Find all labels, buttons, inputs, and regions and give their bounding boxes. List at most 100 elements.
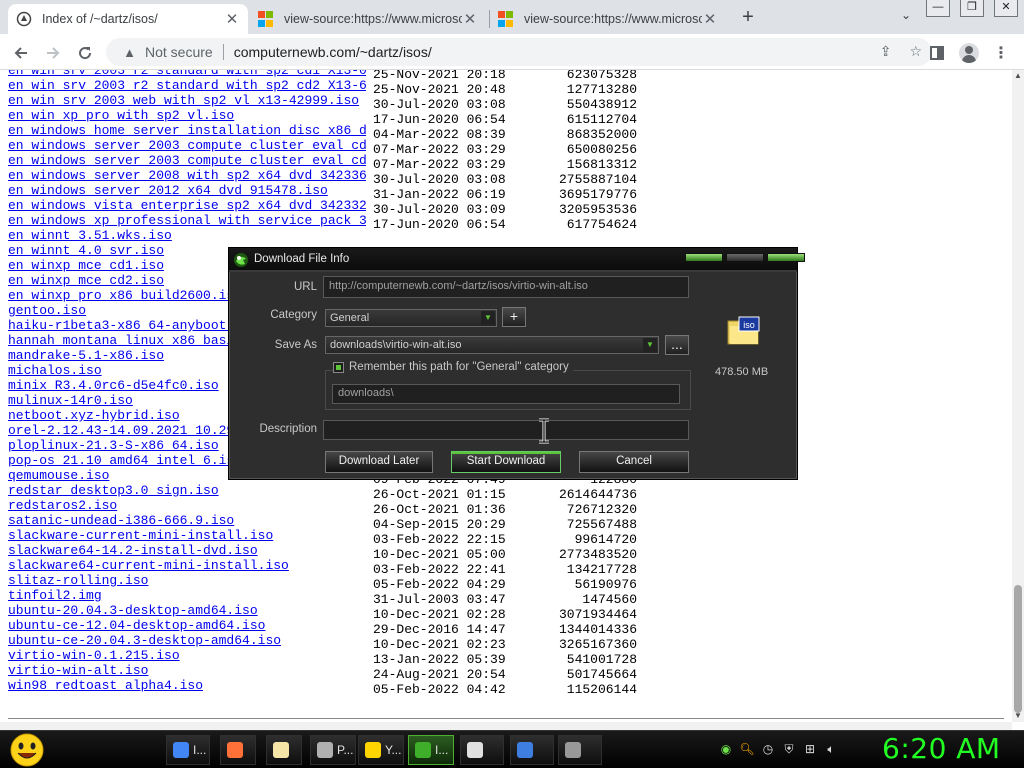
save-as-select[interactable]: downloads\virtio-win-alt.iso ▼ xyxy=(325,336,659,354)
file-link[interactable]: redstar_desktop3.0_sign.iso xyxy=(8,483,366,498)
taskbar-button[interactable]: I... xyxy=(408,735,454,765)
profile-button[interactable] xyxy=(956,40,982,66)
file-link[interactable]: slitaz-rolling.iso xyxy=(8,573,366,588)
taskbar-button[interactable]: I... xyxy=(166,735,210,765)
file-link[interactable]: en_windows_server_2003_compute_cluster_e… xyxy=(8,138,366,153)
list-item: en_windows_server_2003_compute_cluster_e… xyxy=(8,153,637,172)
network-tray-icon[interactable]: ⊞ xyxy=(802,741,818,757)
add-category-button[interactable]: + xyxy=(502,307,526,327)
start-button-smiley-icon[interactable] xyxy=(8,732,46,768)
settings-icon xyxy=(517,742,533,758)
idm-tray-icon[interactable]: ◉ xyxy=(718,741,734,757)
file-size-cell: 115206144 xyxy=(566,682,637,697)
file-link[interactable]: virtio-win-0.1.215.iso xyxy=(8,648,366,663)
menu-button[interactable]: ⋮ xyxy=(988,40,1014,66)
file-link[interactable]: en_win_xp_pro_with_sp2_vl.iso xyxy=(8,108,366,123)
taskbar-button[interactable] xyxy=(266,735,302,765)
tab-close-icon[interactable]: ✕ xyxy=(224,10,240,28)
dialog-maximize-button[interactable] xyxy=(726,253,764,262)
tab-view-source-1[interactable]: view-source:https://www.microsc ✕ xyxy=(250,4,486,34)
url-text[interactable]: computernewb.com/~dartz/isos/ xyxy=(234,44,432,60)
not-secure-warning-icon[interactable]: ▲ xyxy=(106,45,136,60)
file-link[interactable]: win98_redtoast_alpha4.iso xyxy=(8,678,366,693)
tab-close-icon[interactable]: ✕ xyxy=(462,10,478,28)
side-panel-button[interactable] xyxy=(924,40,950,66)
clock-tray-icon[interactable]: ◷ xyxy=(760,741,776,757)
forward-button[interactable] xyxy=(40,40,66,66)
vertical-scrollbar[interactable]: ▲ ▼ xyxy=(1012,70,1024,722)
start-download-button[interactable]: Start Download xyxy=(451,451,561,473)
tab-close-icon[interactable]: ✕ xyxy=(702,10,718,28)
file-link[interactable]: virtio-win-alt.iso xyxy=(8,663,366,678)
category-select[interactable]: General ▼ xyxy=(325,309,497,327)
file-link[interactable]: en_winnt_3.51.wks.iso xyxy=(8,228,366,243)
category-path-field[interactable]: downloads\ xyxy=(332,384,680,404)
browse-button[interactable]: ... xyxy=(665,335,689,355)
list-item: slitaz-rolling.iso 05-Feb-2022 04:29 56190… xyxy=(8,573,637,592)
file-link[interactable]: slackware64-14.2-install-dvd.iso xyxy=(8,543,366,558)
taskbar-button-label: P... xyxy=(337,743,354,757)
taskbar-button[interactable]: P... xyxy=(310,735,356,765)
dialog-minimize-button[interactable] xyxy=(685,253,723,262)
url-field[interactable]: http://computernewb.com/~dartz/isos/virt… xyxy=(323,276,689,298)
scroll-down-arrow-icon[interactable]: ▼ xyxy=(1012,710,1024,722)
file-link[interactable]: en_win_srv_2003_web_with_sp2_vl_x13-4299… xyxy=(8,93,366,108)
dialog-title-bar[interactable]: Download File Info xyxy=(229,248,805,272)
minimize-button[interactable]: — xyxy=(926,0,950,17)
file-link[interactable]: redstaros2.iso xyxy=(8,498,366,513)
security-tray-icon[interactable]: ⛨ xyxy=(781,741,797,757)
bookmark-star-icon[interactable]: ☆ xyxy=(909,43,922,60)
remember-path-checkbox[interactable]: Remember this path for "General" categor… xyxy=(333,361,573,373)
file-link[interactable]: ubuntu-20.04.3-desktop-amd64.iso xyxy=(8,603,366,618)
file-type-label: iso xyxy=(743,320,755,330)
dialog-close-button[interactable] xyxy=(767,253,805,262)
file-link[interactable]: en_windows_home_server_installation_disc… xyxy=(8,123,366,138)
tab-view-source-2[interactable]: view-source:https://www.microsc ✕ xyxy=(490,4,726,34)
share-icon[interactable]: ⇪ xyxy=(880,43,892,60)
back-button[interactable] xyxy=(8,40,34,66)
file-link[interactable]: slackware64-current-mini-install.iso xyxy=(8,558,366,573)
tab-index-isos[interactable]: Index of /~dartz/isos/ ✕ xyxy=(8,4,248,34)
file-link[interactable]: ubuntu-ce-20.04.3-desktop-amd64.iso xyxy=(8,633,366,648)
file-link[interactable]: en_windows_vista_enterprise_sp2_x64_dvd_… xyxy=(8,198,366,213)
search-tray-icon[interactable]: 🔍︎ xyxy=(739,741,755,757)
file-link[interactable]: tinfoil2.img xyxy=(8,588,366,603)
restore-button[interactable]: ❐ xyxy=(960,0,984,17)
close-window-button[interactable]: ✕ xyxy=(994,0,1018,17)
download-later-button[interactable]: Download Later xyxy=(325,451,433,473)
tab-strip: Index of /~dartz/isos/ ✕ view-source:htt… xyxy=(0,0,1024,34)
tab-search-chevron-icon[interactable]: ⌄ xyxy=(896,8,916,28)
address-bar[interactable]: ▲ Not secure computernewb.com/~dartz/iso… xyxy=(106,38,932,66)
volume-tray-icon[interactable]: 🔈︎ xyxy=(823,741,839,757)
chevron-down-icon[interactable]: ▼ xyxy=(643,338,657,352)
file-link[interactable]: ubuntu-ce-12.04-desktop-amd64.iso xyxy=(8,618,366,633)
scroll-up-arrow-icon[interactable]: ▲ xyxy=(1012,70,1024,82)
taskbar-button[interactable] xyxy=(460,735,504,765)
taskbar-button[interactable] xyxy=(510,735,554,765)
chevron-down-icon[interactable]: ▼ xyxy=(481,311,495,325)
omnibox-actions: ⇪ ☆ xyxy=(880,43,922,60)
checkbox-checked-icon[interactable] xyxy=(333,361,344,373)
tab-title: view-source:https://www.microsc xyxy=(524,12,702,26)
security-label[interactable]: Not secure xyxy=(145,44,213,60)
file-link[interactable]: en_win_srv_2003_r2_standard_with_sp2_cd2… xyxy=(8,78,366,93)
description-field[interactable] xyxy=(323,420,689,440)
taskbar-button[interactable] xyxy=(220,735,256,765)
scrollbar-thumb[interactable] xyxy=(1014,585,1022,713)
file-link[interactable]: en_windows_server_2008_with_sp2_x64_dvd_… xyxy=(8,168,366,183)
file-link[interactable]: en_windows_xp_professional_with_service_… xyxy=(8,213,366,228)
cancel-button[interactable]: Cancel xyxy=(579,451,689,473)
new-tab-button[interactable]: + xyxy=(736,6,760,30)
taskbar-button[interactable] xyxy=(558,735,602,765)
file-link[interactable]: en_windows_server_2012_x64_dvd_915478.is… xyxy=(8,183,366,198)
taskbar-clock[interactable]: 6:20 AM xyxy=(882,732,1001,765)
horizontal-rule xyxy=(8,718,1004,719)
file-link[interactable]: en_win_srv_2003_r2_standard_with_sp2_cd1… xyxy=(8,70,366,78)
horizontal-scrollbar[interactable] xyxy=(0,722,1012,730)
taskbar-button[interactable]: Y... xyxy=(358,735,404,765)
more-vert-icon: ⋮ xyxy=(993,45,1009,62)
reload-button[interactable] xyxy=(72,40,98,66)
file-link[interactable]: slackware-current-mini-install.iso xyxy=(8,528,366,543)
file-link[interactable]: en_windows_server_2003_compute_cluster_e… xyxy=(8,153,366,168)
file-link[interactable]: satanic-undead-i386-666.9.iso xyxy=(8,513,366,528)
